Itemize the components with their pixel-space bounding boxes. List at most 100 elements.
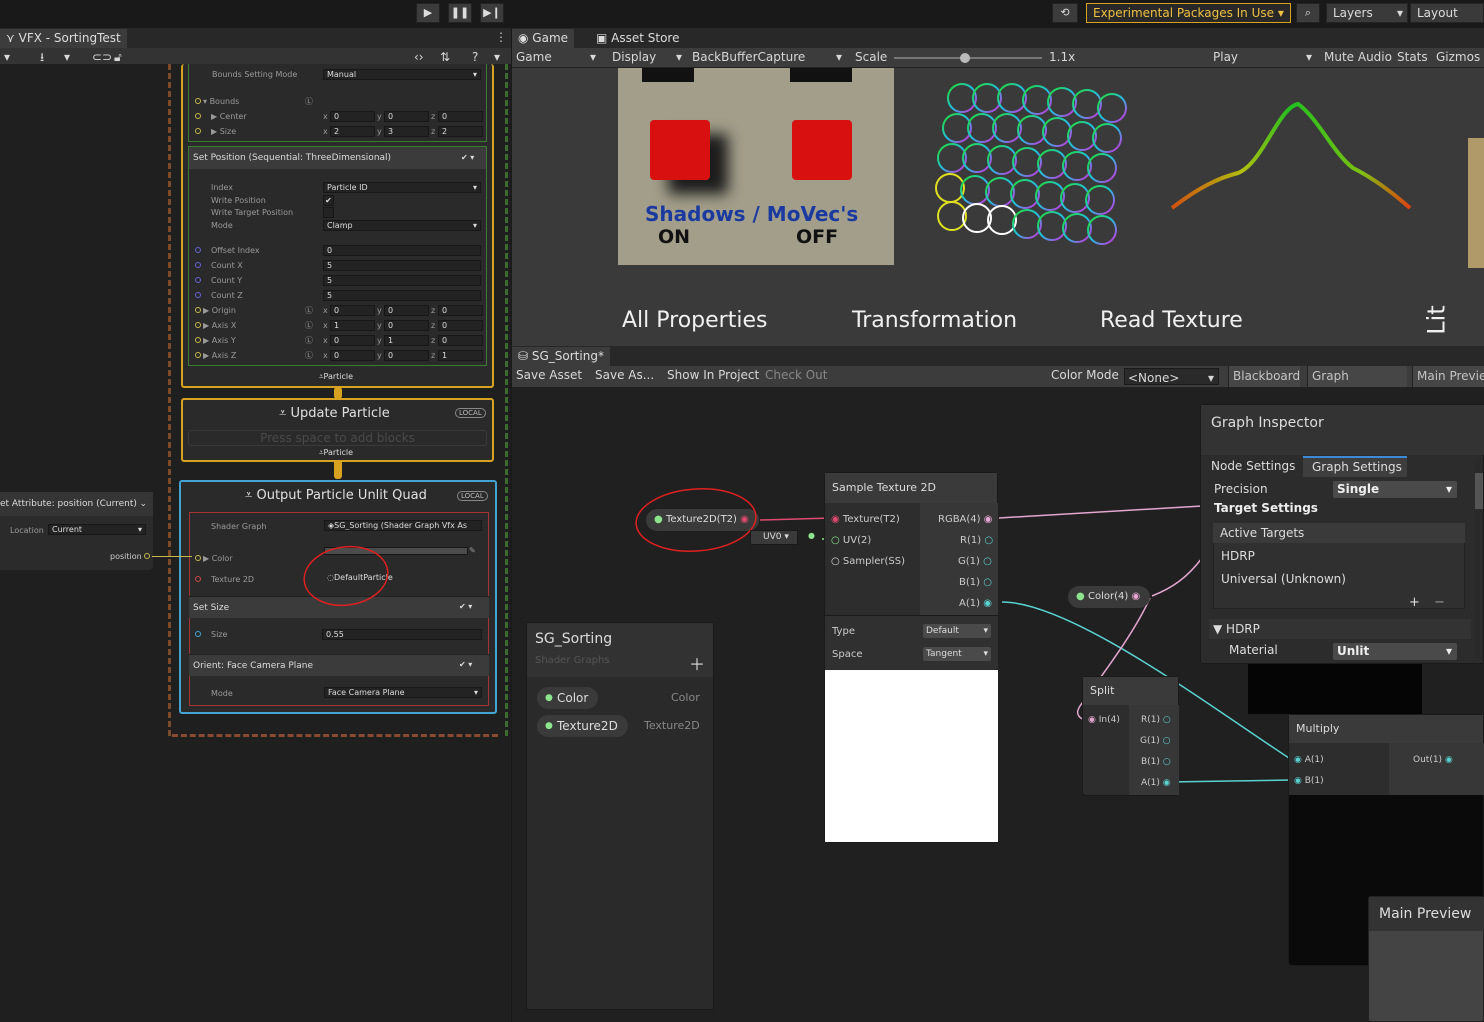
game-tab[interactable]: ◉ Game [512,29,575,48]
bb-texture-property[interactable]: ● Texture2D [537,715,628,737]
color-input-port[interactable] [195,555,201,561]
input-port[interactable] [195,277,201,283]
r-port-icon[interactable]: ○ [984,535,993,546]
axis-z-z-field[interactable]: 1 [438,350,483,361]
split-in-port-icon[interactable]: ◉ [1088,715,1096,725]
sample-texture-2d-node[interactable]: Sample Texture 2D ◉ Texture(T2) ○ UV(2) … [824,472,998,843]
bounds-mode-dropdown[interactable]: Manual ▾ [323,69,481,80]
input-port[interactable] [195,307,201,313]
mult-out-port-icon[interactable]: ◉ [1445,755,1453,765]
uv-dropdown[interactable]: UV0 ▾ [750,530,798,545]
input-port[interactable] [195,247,201,253]
g-port-icon[interactable]: ○ [983,556,992,567]
count-y-field[interactable]: 5 [323,275,481,286]
material-dropdown[interactable]: Unlit ▾ [1333,643,1457,660]
local-space-icon[interactable]: Ⓛ [305,335,313,346]
enabled-checkbox[interactable]: ✔ ▾ [459,602,472,611]
add-property-icon[interactable]: ＋ [689,651,705,675]
show-in-project-button[interactable]: Show In Project [667,366,759,385]
axis-x-y-field[interactable]: 0 [384,320,429,331]
origin-z-field[interactable]: 0 [438,305,483,316]
asset-store-tab[interactable]: ▣ Asset Store [590,29,686,47]
index-dropdown[interactable]: Particle ID ▾ [323,182,481,193]
space-dropdown[interactable]: Tangent ▾ [923,647,991,661]
axis-z-x-field[interactable]: 0 [330,350,375,361]
layout-dropdown[interactable]: Layout [1410,3,1484,23]
local-space-icon[interactable]: Ⓛ [305,350,313,361]
hdrp-foldout[interactable]: ▼ HDRP [1209,619,1471,639]
orient-mode-dropdown[interactable]: Face Camera Plane ▾ [324,687,482,698]
color-mode-dropdown[interactable]: <None> ▾ [1124,368,1219,385]
bb-color-property[interactable]: ● Color [537,687,599,709]
vfx-graph-canvas[interactable]: Bounds Setting Mode Manual ▾ ▾ Bounds Ⓛ ▶… [0,64,511,1022]
mode-dropdown[interactable]: Clamp ▾ [323,220,481,231]
precision-dropdown[interactable]: Single ▾ [1333,481,1457,498]
input-port[interactable] [195,322,201,328]
shader-graph-canvas[interactable]: ● Texture2D(T2) ◉ UV0 ▾ ● Sample Texture … [512,388,1484,1022]
write-target-checkbox[interactable] [323,207,334,218]
a-port-icon[interactable]: ◉ [1163,778,1171,788]
target-universal-item[interactable]: Universal (Unknown) [1221,572,1346,586]
graph-inspector-toggle[interactable]: Graph Inspector [1307,366,1407,404]
save-asset-button[interactable]: Save Asset [516,366,582,385]
remove-target-icon[interactable]: − [1434,595,1445,610]
gizmos-toggle[interactable]: Gizmos [1436,48,1480,67]
sg-tab[interactable]: ⛁ SG_Sorting* [512,347,610,366]
input-port[interactable] [195,262,201,268]
inspector-scrollbar[interactable] [1475,459,1483,659]
origin-x-field[interactable]: 0 [330,305,375,316]
mult-b-port-icon[interactable]: ◉ [1294,776,1302,786]
update-particle-context[interactable]: ⩡ Update Particle LOCAL Press space to a… [181,398,494,462]
eyedropper-icon[interactable]: ✎ [469,546,476,555]
size-z-field[interactable]: 2 [438,126,483,137]
input-port[interactable] [195,98,201,104]
stats-toggle[interactable]: Stats [1397,48,1428,67]
search-icon[interactable]: ⌕ [1296,3,1320,23]
sampler-port-icon[interactable]: ○ [831,556,840,567]
play-button[interactable]: ▶ [416,3,440,23]
size-value-field[interactable]: 0.55 [322,629,482,640]
more-icon[interactable]: ⋮ [495,30,507,44]
r-port-icon[interactable]: ○ [1163,715,1171,725]
save-as-button[interactable]: Save As... [595,366,654,385]
step-button[interactable]: ▶❙ [480,3,504,23]
color-property-node[interactable]: ● Color(4) ◉ [1068,586,1151,608]
experimental-packages-button[interactable]: Experimental Packages In Use ▾ [1086,3,1291,23]
size-x-field[interactable]: 2 [330,126,375,137]
g-port-icon[interactable]: ○ [1163,736,1171,746]
add-target-icon[interactable]: + [1409,595,1420,610]
node-settings-tab[interactable]: Node Settings [1211,459,1295,473]
shader-graph-field[interactable]: ◈SG_Sorting (Shader Graph Vfx As [324,520,482,531]
center-y-field[interactable]: 0 [384,111,429,122]
input-port[interactable] [195,128,201,134]
texture-port-icon[interactable]: ◉ [831,514,840,525]
rgba-port-icon[interactable]: ◉ [984,514,993,525]
type-dropdown[interactable]: Default ▾ [923,624,991,638]
b-port-icon[interactable]: ○ [1163,757,1171,767]
enabled-checkbox[interactable]: ✔ ▾ [461,153,474,162]
vfx-tab[interactable]: ⋎ VFX - SortingTest [0,29,127,48]
input-port[interactable] [195,352,201,358]
graph-settings-tab[interactable]: Graph Settings [1303,456,1407,477]
count-z-field[interactable]: 5 [323,290,481,301]
axis-z-y-field[interactable]: 0 [384,350,429,361]
input-port[interactable] [195,337,201,343]
attr-location-dropdown[interactable]: Current ▾ [48,524,146,535]
texture-input-port[interactable] [195,576,201,582]
set-position-block[interactable]: Set Position (Sequential: ThreeDimension… [188,146,487,366]
local-space-icon[interactable]: Ⓛ [305,305,313,316]
add-blocks-hint[interactable]: Press space to add blocks [188,430,487,446]
local-space-icon[interactable]: Ⓛ [305,96,313,107]
axis-x-x-field[interactable]: 1 [330,320,375,331]
a-port-icon[interactable]: ◉ [983,598,992,609]
history-icon[interactable]: ⟲ [1052,3,1078,23]
input-port[interactable] [195,292,201,298]
enabled-checkbox[interactable]: ✔ ▾ [459,660,472,669]
b-port-icon[interactable]: ○ [983,577,992,588]
check-out-button[interactable]: Check Out [765,366,827,385]
input-port[interactable] [195,631,201,637]
pause-button[interactable]: ❚❚ [448,3,472,23]
mult-a-port-icon[interactable]: ◉ [1294,755,1302,765]
mute-audio-toggle[interactable]: Mute Audio [1324,48,1392,67]
attr-output-port[interactable] [144,553,150,559]
